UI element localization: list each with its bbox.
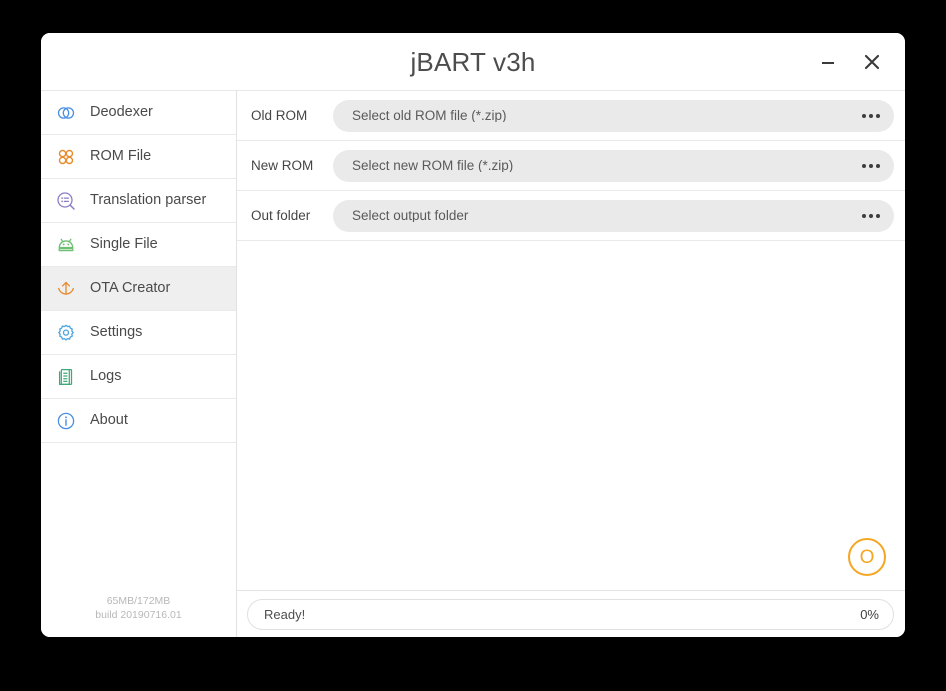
- memory-usage-text: 65MB/172MB: [106, 595, 171, 607]
- sidebar-item-ota-creator[interactable]: OTA Creator: [41, 267, 236, 311]
- new-rom-label: New ROM: [251, 157, 314, 173]
- application-window: jBART v3h Deodexer ROM File Translation …: [41, 33, 905, 637]
- info-circle-icon: [55, 410, 77, 432]
- new-rom-browse-button[interactable]: [856, 152, 886, 180]
- old-rom-input[interactable]: Select old ROM file (*.zip): [333, 99, 894, 132]
- progress-percent: 0%: [860, 606, 879, 622]
- dot-icon: [869, 163, 873, 168]
- sidebar-item-label: Single File: [90, 236, 158, 253]
- sidebar: Deodexer ROM File Translation parser Sin…: [41, 91, 237, 637]
- dot-icon: [862, 163, 866, 168]
- sidebar-item-label: Translation parser: [90, 192, 207, 209]
- old-rom-value: Select old ROM file (*.zip): [352, 108, 507, 123]
- dot-icon: [862, 113, 866, 118]
- upload-arrow-icon: [55, 278, 77, 300]
- sidebar-item-label: OTA Creator: [90, 280, 171, 297]
- window-body: Deodexer ROM File Translation parser Sin…: [41, 90, 905, 637]
- title-bar: jBART v3h: [41, 33, 905, 90]
- field-row-out-folder: Out folder Select output folder: [237, 191, 905, 241]
- sidebar-item-translation-parser[interactable]: Translation parser: [41, 179, 236, 223]
- sidebar-footer: 65MB/172MB build 20190716.01: [41, 594, 236, 637]
- new-rom-input[interactable]: Select new ROM file (*.zip): [333, 149, 894, 182]
- dot-icon: [876, 113, 880, 118]
- gear-icon: [55, 322, 77, 344]
- link-circles-icon: [55, 102, 77, 124]
- window-controls: [809, 33, 891, 90]
- window-title: jBART v3h: [410, 46, 536, 77]
- out-folder-label: Out folder: [251, 207, 311, 223]
- search-list-icon: [55, 190, 77, 212]
- progress-status-pill: Ready! 0%: [247, 598, 894, 630]
- sidebar-item-label: Settings: [90, 324, 143, 341]
- out-folder-input[interactable]: Select output folder: [333, 199, 894, 232]
- old-rom-browse-button[interactable]: [856, 102, 886, 130]
- new-rom-value: Select new ROM file (*.zip): [352, 158, 514, 173]
- four-circles-grid-icon: [55, 146, 77, 168]
- sidebar-nav-list: Deodexer ROM File Translation parser Sin…: [41, 91, 236, 443]
- sidebar-item-label: ROM File: [90, 148, 152, 165]
- sidebar-item-settings[interactable]: Settings: [41, 311, 236, 355]
- empty-workspace-area: O: [237, 241, 905, 590]
- old-rom-label: Old ROM: [251, 107, 308, 123]
- android-robot-icon: [55, 234, 77, 256]
- sidebar-item-label: Deodexer: [90, 104, 153, 121]
- dot-icon: [876, 213, 880, 218]
- sidebar-item-deodexer[interactable]: Deodexer: [41, 91, 236, 135]
- status-message: Ready!: [264, 606, 306, 622]
- sidebar-item-logs[interactable]: Logs: [41, 355, 236, 399]
- dot-icon: [862, 213, 866, 218]
- sidebar-item-rom-file[interactable]: ROM File: [41, 135, 236, 179]
- documents-icon: [55, 366, 77, 388]
- dot-icon: [876, 163, 880, 168]
- ota-creator-form: Old ROM Select old ROM file (*.zip) New …: [237, 91, 905, 590]
- dot-icon: [869, 113, 873, 118]
- minimize-button[interactable]: [809, 43, 847, 81]
- out-folder-browse-button[interactable]: [856, 202, 886, 230]
- dot-icon: [869, 213, 873, 218]
- build-version-text: build 20190716.01: [95, 609, 182, 621]
- out-folder-value: Select output folder: [352, 208, 469, 223]
- close-button[interactable]: [853, 43, 891, 81]
- run-ota-button[interactable]: O: [848, 538, 886, 576]
- sidebar-item-label: Logs: [90, 368, 122, 385]
- field-row-old-rom: Old ROM Select old ROM file (*.zip): [237, 91, 905, 141]
- sidebar-item-label: About: [90, 412, 128, 429]
- sidebar-item-about[interactable]: About: [41, 399, 236, 443]
- field-row-new-rom: New ROM Select new ROM file (*.zip): [237, 141, 905, 191]
- sidebar-item-single-file[interactable]: Single File: [41, 223, 236, 267]
- content-panel: Old ROM Select old ROM file (*.zip) New …: [237, 91, 905, 637]
- status-bar: Ready! 0%: [237, 590, 905, 637]
